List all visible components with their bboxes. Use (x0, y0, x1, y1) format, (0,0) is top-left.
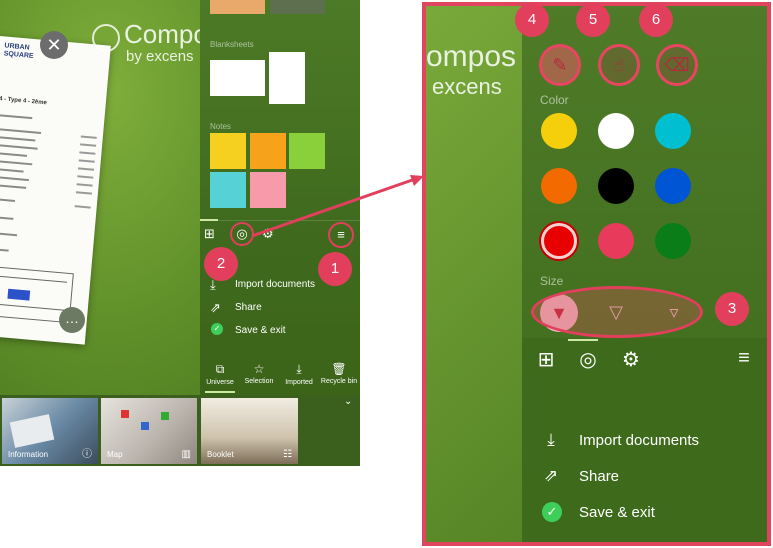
gear-icon[interactable]: ⚙ (620, 347, 642, 372)
badge-5: 5 (576, 3, 610, 37)
size-label: Size (540, 274, 564, 288)
color-pink[interactable] (598, 223, 634, 259)
layout-icon[interactable]: ⊞ (535, 347, 557, 372)
eraser-tool-button[interactable]: ⌫ (656, 44, 698, 86)
menu-import-documents[interactable]: Import documents (579, 432, 699, 449)
color-cyan[interactable] (655, 113, 691, 149)
share-icon: ⇗ (543, 466, 559, 485)
zoomed-panel: ompos excens ✎ ☝ ⌫ Color Size ▼ ▽ ▿ ⊞ ◎ … (422, 2, 771, 546)
touch-tool-button[interactable]: ☝ (598, 44, 640, 86)
badge-4: 4 (515, 3, 549, 37)
download-icon: ⤓ (547, 430, 555, 449)
color-white[interactable] (598, 113, 634, 149)
check-circle-icon: ✓ (542, 502, 562, 522)
hamburger-icon[interactable]: ≡ (732, 347, 756, 370)
pen-tool-button[interactable]: ✎ (539, 44, 581, 86)
color-blue[interactable] (655, 168, 691, 204)
size-highlight-oval (531, 286, 703, 338)
drawing-panel: ✎ ☝ ⌫ Color Size ▼ ▽ ▿ ⊞ ◎ ⚙ ≡ ⤓ Import … (522, 6, 767, 542)
brand-tagline: excens (432, 74, 502, 99)
menu-share[interactable]: Share (579, 468, 619, 485)
color-red-selected[interactable] (541, 223, 577, 259)
badge-6: 6 (639, 3, 673, 37)
color-black[interactable] (598, 168, 634, 204)
pen-icon: ✎ (552, 55, 568, 75)
palette-icon[interactable]: ◎ (577, 347, 599, 372)
color-green[interactable] (655, 223, 691, 259)
menu-save-exit[interactable]: Save & exit (579, 504, 655, 521)
eraser-icon: ⌫ (664, 55, 690, 75)
color-yellow[interactable] (541, 113, 577, 149)
touch-icon: ☝ (613, 55, 625, 75)
badge-3: 3 (715, 292, 749, 326)
color-orange[interactable] (541, 168, 577, 204)
color-label: Color (540, 93, 569, 107)
active-tab-indicator (568, 339, 598, 341)
brand-name: ompos (426, 40, 517, 73)
